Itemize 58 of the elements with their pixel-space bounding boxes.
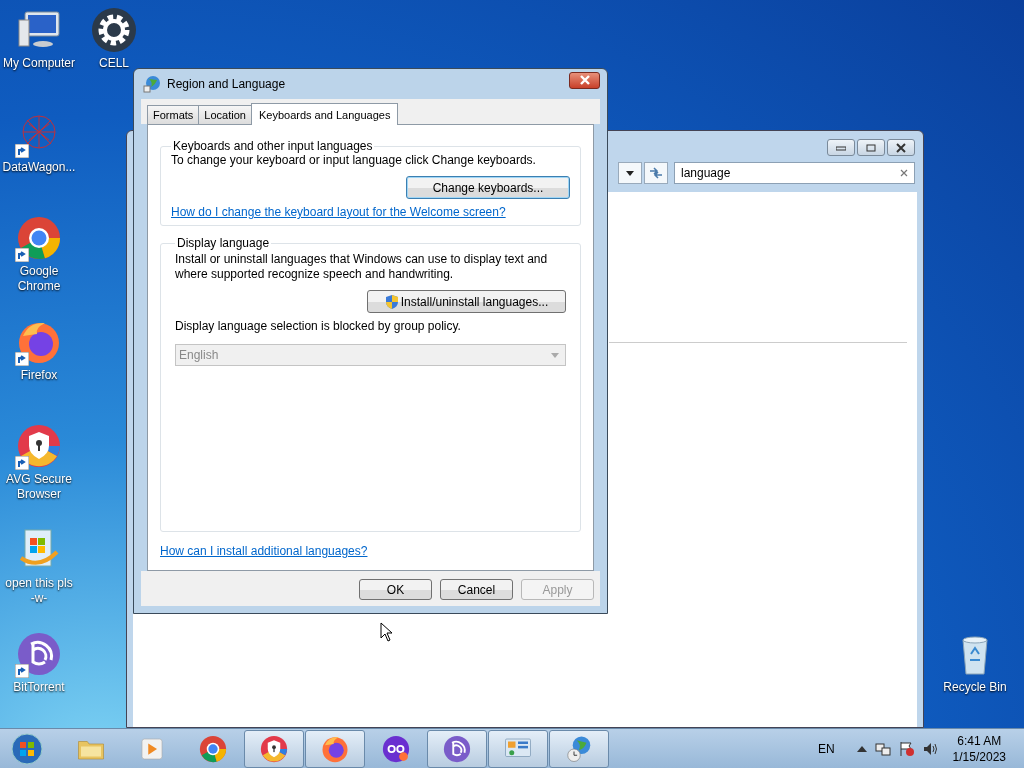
lock-shield-icon[interactable] (259, 733, 289, 764)
tab[interactable]: Keyboards and Languages (250, 103, 399, 125)
gear-icon[interactable] (90, 6, 138, 54)
minimize-button[interactable] (827, 139, 855, 156)
tab[interactable]: Formats (147, 105, 200, 124)
lock-shield-icon[interactable] (15, 422, 63, 470)
dialog-button[interactable]: Cancel (440, 579, 513, 600)
refresh-button[interactable] (644, 162, 668, 184)
flag-icon[interactable] (898, 740, 915, 757)
description-text: Install or uninstall languages that Windows can use to display text and where supported recognize speech and handwriting. (175, 252, 549, 282)
taskbar-button[interactable] (427, 729, 487, 768)
dialog-button[interactable]: OK (359, 579, 432, 600)
caret-icon (626, 170, 634, 176)
mouse-pointer-icon (380, 622, 394, 642)
desktop-icon-label[interactable]: My Computer (3, 56, 75, 71)
desktop-icon-label[interactable]: Firefox (20, 368, 58, 383)
desktop-icon-label[interactable]: DataWagon... (2, 160, 76, 175)
group-title: Keyboards and other input languages (172, 139, 374, 153)
network-icon[interactable] (874, 740, 891, 757)
bittorrent-icon[interactable] (442, 733, 472, 764)
shield-icon (384, 293, 399, 310)
desktop-icon-label[interactable]: Google Chrome (0, 264, 78, 294)
refresh-arrows-icon (649, 167, 663, 179)
clock-time[interactable]: 6:41 AM (957, 732, 1002, 749)
chrome-icon[interactable] (15, 214, 63, 262)
close-button[interactable] (569, 71, 600, 89)
group-title: Display language (176, 236, 271, 250)
caret-icon (551, 352, 559, 358)
window-title: Region and Language (167, 77, 287, 91)
bittorrent-icon[interactable] (15, 630, 63, 678)
taskbar-button[interactable] (305, 729, 365, 768)
close-icon (578, 75, 591, 85)
desktop-icon-label[interactable]: CELL (99, 56, 129, 71)
clear-icon[interactable] (900, 169, 908, 177)
globe-icon (143, 75, 161, 93)
show-hidden-icons-icon[interactable] (856, 745, 867, 752)
maximize-icon (866, 143, 876, 152)
minimize-icon (836, 144, 846, 151)
clock-date[interactable]: 1/15/2023 (952, 748, 1006, 765)
instruction-text: To change your keyboard or input language click Change keyboards. (171, 153, 537, 168)
address-dropdown-button[interactable] (618, 162, 642, 184)
desktop-icon-label[interactable]: Recycle Bin (943, 680, 1007, 695)
taskbar-button[interactable] (244, 729, 304, 768)
taskbar-button[interactable] (488, 729, 548, 768)
mask-icon[interactable] (381, 733, 411, 764)
help-link[interactable]: How can I install additional languages? (160, 544, 368, 558)
install-languages-button[interactable]: Install/uninstall languages... (367, 290, 566, 313)
policy-text: Display language selection is blocked by group policy. (175, 319, 462, 334)
change-keyboards-button[interactable]: Change keyboards... (406, 176, 570, 199)
help-link[interactable]: How do I change the keyboard layout for the Welcome screen? (171, 205, 506, 219)
tab[interactable]: Location (198, 105, 252, 124)
windows-logo-icon (11, 732, 43, 765)
close-icon (895, 142, 907, 153)
language-indicator[interactable]: EN (817, 741, 835, 756)
search-field[interactable]: language (674, 162, 915, 184)
taskbar-button[interactable] (549, 729, 609, 768)
chrome-icon[interactable] (198, 733, 228, 764)
close-button[interactable] (887, 139, 915, 156)
